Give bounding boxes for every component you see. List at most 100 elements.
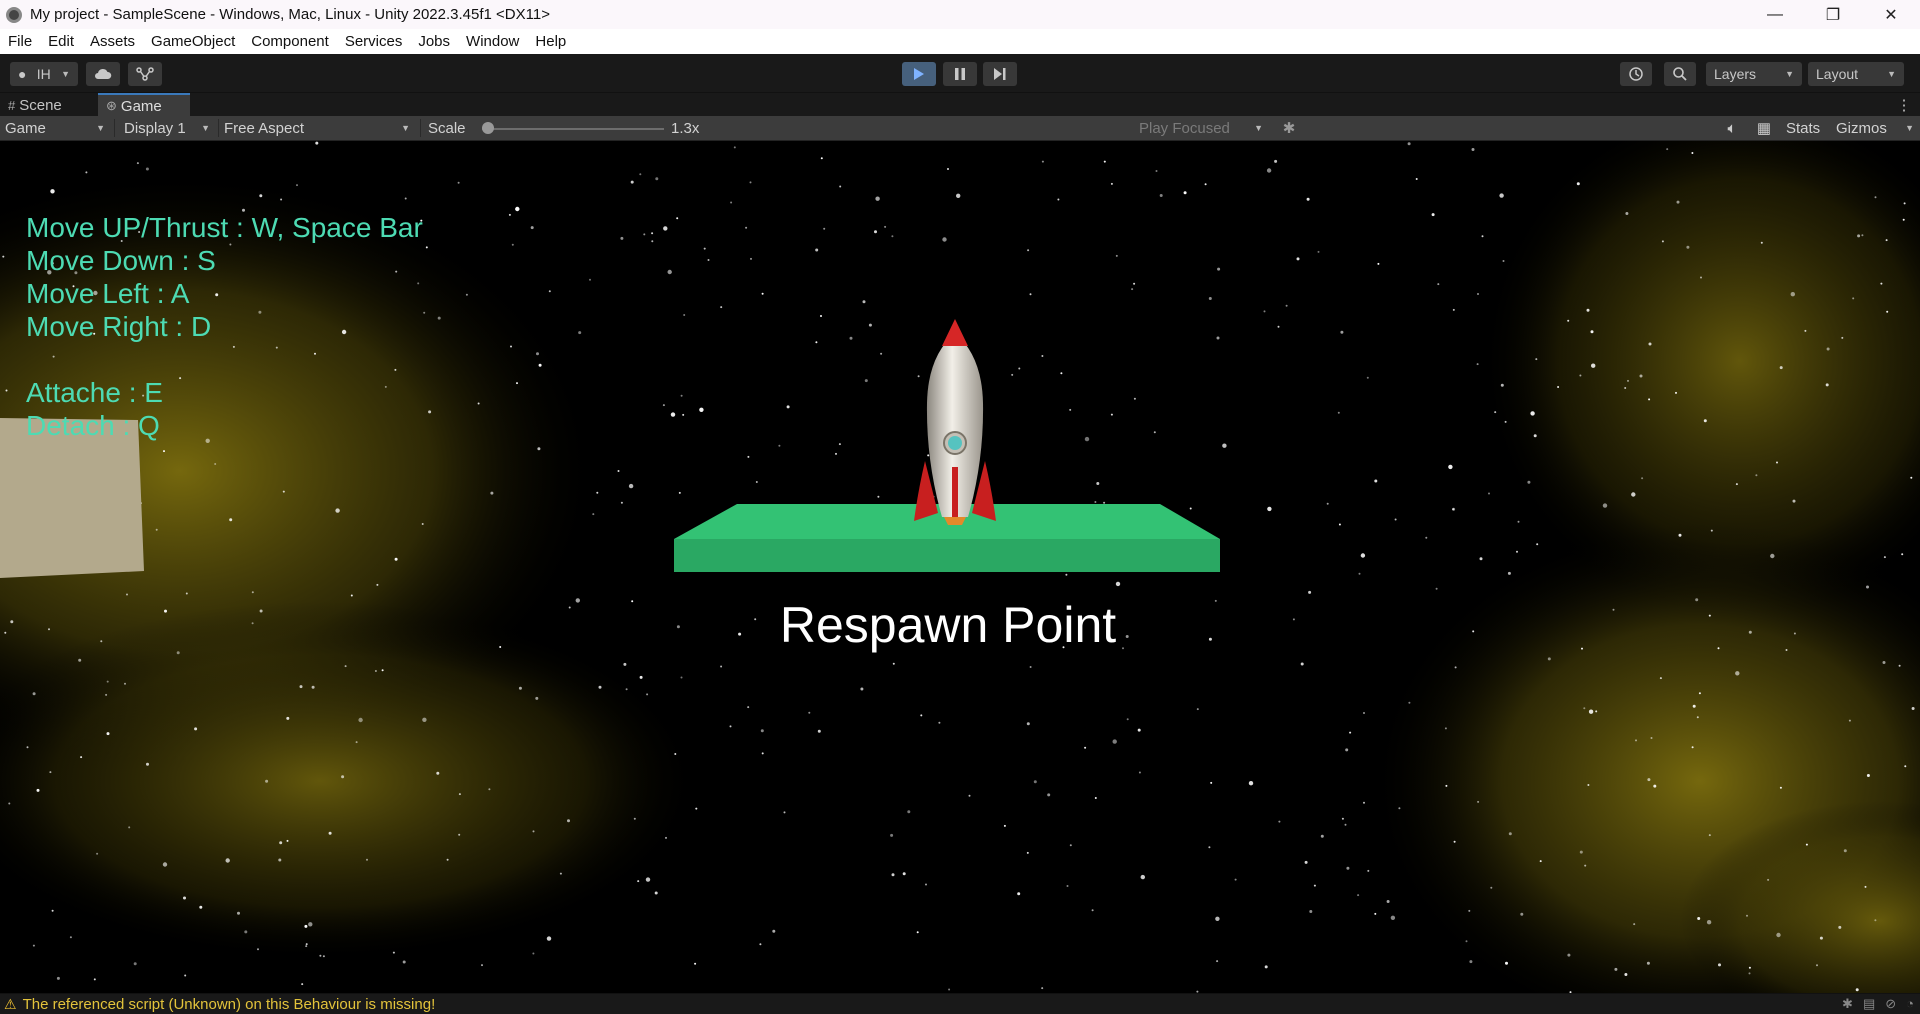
network-icon[interactable]: ⊘ [1885,996,1896,1012]
star [1386,900,1390,903]
separator [420,119,421,137]
aspect-dropdown[interactable]: Free Aspect ▼ [224,116,416,140]
menu-file[interactable]: File [0,33,40,50]
menu-assets[interactable]: Assets [82,33,143,50]
play-button[interactable] [902,62,936,86]
star [1767,878,1770,881]
layout-dropdown[interactable]: Layout ▼ [1808,62,1904,86]
star [1131,288,1134,291]
tab-game[interactable]: ⊛ Game [98,93,190,117]
star [1138,771,1141,774]
star [381,669,384,672]
gizmos-dropdown[interactable]: Gizmos ▼ [1836,116,1920,140]
star [1366,376,1369,379]
progress-icon[interactable]: ◔ [1906,996,1914,1012]
star [490,491,494,495]
menu-jobs[interactable]: Jobs [410,33,458,50]
star [36,788,40,792]
star [1349,731,1352,734]
star [1126,718,1129,721]
tab-scene[interactable]: # Scene [0,93,92,117]
star [1536,543,1539,546]
star [838,443,841,446]
account-dropdown[interactable]: ● IH ▼ [10,62,78,86]
tab-options-button[interactable]: ⋮ [1888,93,1920,117]
search-button[interactable] [1664,62,1696,86]
collab-button[interactable] [128,62,162,86]
layers-dropdown[interactable]: Layers ▼ [1706,62,1802,86]
pause-button[interactable] [943,62,977,86]
cloud-icon [95,68,112,79]
menu-gameobject[interactable]: GameObject [143,33,243,50]
scale-slider-thumb[interactable] [481,122,494,134]
debug-button[interactable]: ✱ [1278,116,1300,140]
chevron-down-icon: ▼ [401,123,410,133]
star [374,670,377,672]
game-viewport[interactable]: Move UP/Thrust : W, Space Bar Move Down … [0,141,1920,993]
history-button[interactable] [1620,62,1652,86]
speaker-icon: 🔈︎ [1727,119,1737,137]
star [1692,704,1696,708]
star [1248,781,1254,786]
grid-toggle-button[interactable]: ▦ [1753,116,1775,140]
scale-slider-track[interactable] [482,128,664,130]
cache-icon[interactable]: ▤ [1863,996,1875,1012]
menu-window[interactable]: Window [458,33,527,50]
star [1579,374,1582,377]
star [1341,817,1344,820]
star [299,685,303,689]
star [335,508,340,513]
star [1676,200,1680,204]
display-dropdown[interactable]: Display 1 ▼ [124,116,216,140]
view-mode-dropdown[interactable]: Game ▼ [5,116,111,140]
star [1502,260,1505,262]
more-vertical-icon: ⋮ [1896,97,1912,114]
aspect-label: Free Aspect [224,119,305,137]
star [1579,850,1583,854]
star [1587,784,1590,786]
star [1155,170,1158,172]
mute-audio-button[interactable]: 🔈︎ [1721,116,1743,140]
star [1094,501,1097,503]
status-bar[interactable]: ⚠ The referenced script (Unknown) on thi… [0,993,1920,1014]
menu-help[interactable]: Help [527,33,574,50]
star [1477,293,1479,295]
star [425,246,428,249]
star [1448,464,1453,470]
menu-services[interactable]: Services [337,33,411,50]
stats-button[interactable]: Stats [1786,116,1820,140]
star [1675,391,1677,394]
close-button[interactable]: ✕ [1862,0,1920,29]
star [1661,240,1664,243]
star [1313,884,1316,887]
minimize-button[interactable]: — [1746,0,1804,29]
star [1633,923,1636,926]
window-titlebar: My project - SampleScene - Windows, Mac,… [0,0,1920,29]
maximize-button[interactable]: ❐ [1804,0,1862,29]
star [637,880,640,883]
gamepad-icon: ⊛ [106,98,117,113]
star [1595,710,1598,713]
stone-block [0,418,144,578]
star [559,872,562,875]
cloud-button[interactable] [86,62,120,86]
star [1706,920,1712,925]
menu-component[interactable]: Component [243,33,337,50]
star [880,352,883,355]
play-mode-dropdown[interactable]: Play Focused ▼ [1139,116,1269,140]
star [392,951,395,954]
pause-icon [955,68,965,80]
debug-mode-icon[interactable]: ✱ [1842,996,1853,1012]
star [1140,874,1146,880]
star [1776,461,1778,464]
star [1500,383,1504,387]
menu-edit[interactable]: Edit [40,33,82,50]
star [78,658,82,662]
star [404,197,407,200]
star [1041,355,1044,357]
star [1527,480,1531,484]
star [1041,987,1044,990]
step-button[interactable] [983,62,1017,86]
play-icon [914,68,924,80]
star [265,779,269,783]
